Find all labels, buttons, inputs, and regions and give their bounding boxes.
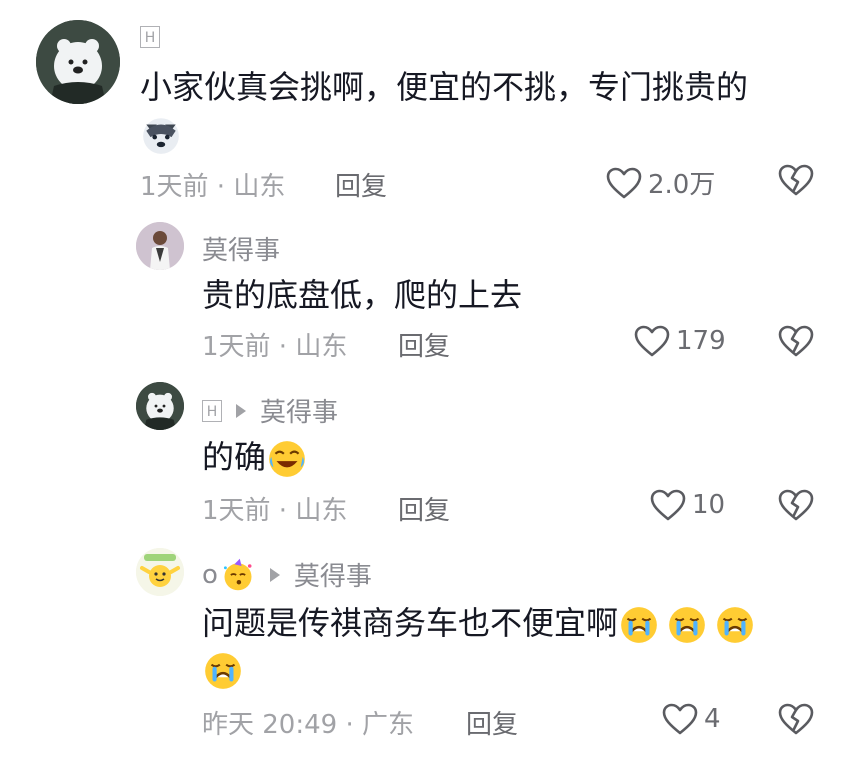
username[interactable]: o 莫得事 [202,556,372,593]
comment-text: 小家伙真会挑啊，便宜的不挑，专门挑贵的 [140,64,820,156]
comment-item: H 莫得事 的确 1天前 · 山东 回复 10 [0,370,852,538]
cry-emoji-icon [618,604,660,646]
reply-button[interactable]: 回复 [398,326,450,363]
comment-text-content: 问题是传祺商务车也不便宜啊 [202,604,619,642]
bear-avatar-icon [36,20,120,104]
comment-text: 贵的底盘低，爬的上去 [202,276,523,314]
reply-arrow-icon [269,567,280,582]
avatar[interactable] [36,20,120,104]
broken-heart-icon [778,489,814,521]
comment-text: 的确 [202,434,802,480]
broken-heart-icon [778,703,814,735]
dislike-button[interactable] [778,703,814,739]
avatar[interactable] [136,548,184,596]
comment-time-location: 昨天 20:49 · 广东 [202,710,414,740]
comment-text-content: 小家伙真会挑啊，便宜的不挑，专门挑贵的 [140,68,749,106]
username[interactable]: H 莫得事 [202,392,338,429]
like-count: 2.0万 [648,170,716,200]
bear-avatar-icon [136,382,184,430]
cry-emoji-icon [666,604,708,646]
comment-item: H 小家伙真会挑啊，便宜的不挑，专门挑贵的 1天前 · 山东 回复 2.0万 [0,0,852,210]
reply-button[interactable]: 回复 [466,704,518,741]
like-button[interactable]: 10 [650,489,725,521]
cry-emoji-icon [202,650,244,692]
reply-arrow-icon [236,403,246,418]
dislike-button[interactable] [778,325,814,361]
husky-emoji-icon [140,114,182,156]
heart-icon [650,489,686,521]
like-count: 10 [692,490,726,520]
laugh-cry-emoji-icon [266,438,308,480]
cry-emoji-icon [714,604,756,646]
comment-item: 莫得事 贵的底盘低，爬的上去 1天前 · 山东 回复 179 [0,210,852,370]
broken-heart-icon [778,164,814,196]
person-avatar-icon [136,222,184,270]
party-emoji-icon [220,557,256,593]
avatar[interactable] [136,382,184,430]
like-count: 179 [676,326,726,356]
comment-item: o 莫得事 问题是传祺商务车也不便宜啊 昨天 20:49 · 广东 回复 4 [0,538,852,770]
username-label: H [140,26,160,48]
username[interactable]: H [140,26,160,48]
comment-time-location: 1天前 · 山东 [140,172,286,202]
comment-text: 问题是传祺商务车也不便宜啊 [202,600,822,692]
reply-button[interactable]: 回复 [398,490,450,527]
like-button[interactable]: 4 [662,703,721,735]
heart-icon [606,167,642,199]
like-count: 4 [704,704,721,734]
dislike-button[interactable] [778,489,814,525]
username[interactable]: 莫得事 [202,230,280,267]
heart-icon [634,325,670,357]
comment-time-location: 1天前 · 山东 [202,496,348,526]
heart-icon [662,703,698,735]
cartoon-avatar-icon [136,548,184,596]
broken-heart-icon [778,325,814,357]
reply-to-username[interactable]: 莫得事 [294,556,372,593]
reply-button[interactable]: 回复 [335,166,387,203]
dislike-button[interactable] [778,164,814,200]
username-label: H [202,399,222,422]
reply-to-username[interactable]: 莫得事 [260,392,338,429]
like-button[interactable]: 2.0万 [606,164,715,201]
avatar[interactable] [136,222,184,270]
comment-time-location: 1天前 · 山东 [202,332,348,362]
like-button[interactable]: 179 [634,325,726,357]
comment-text-content: 的确 [202,438,267,476]
username-label: o [202,559,218,590]
